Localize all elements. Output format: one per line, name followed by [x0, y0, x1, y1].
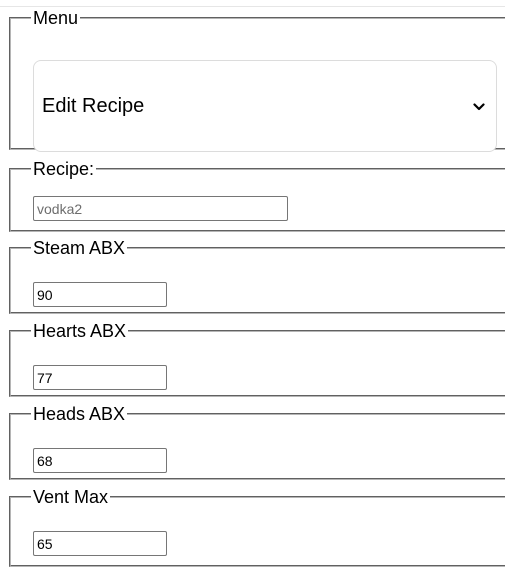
top-divider	[0, 6, 505, 7]
menu-select[interactable]: Edit Recipe	[33, 60, 497, 152]
vent-max-legend: Vent Max	[33, 487, 109, 507]
hearts-abx-fieldset: Hearts ABX	[9, 321, 505, 397]
menu-select-value: Edit Recipe	[42, 95, 145, 117]
heads-abx-fieldset: Heads ABX	[9, 404, 505, 480]
recipe-input[interactable]	[33, 196, 288, 221]
hearts-abx-legend: Hearts ABX	[33, 321, 127, 341]
hearts-abx-input[interactable]	[33, 365, 167, 390]
steam-abx-input[interactable]	[33, 282, 167, 307]
steam-abx-fieldset: Steam ABX	[9, 238, 505, 314]
vent-max-fieldset: Vent Max	[9, 487, 505, 567]
heads-abx-input[interactable]	[33, 448, 167, 473]
heads-abx-legend: Heads ABX	[33, 404, 126, 424]
recipe-legend: Recipe:	[33, 159, 95, 179]
menu-legend: Menu	[33, 8, 79, 28]
vent-max-input[interactable]	[33, 531, 167, 556]
steam-abx-legend: Steam ABX	[33, 238, 126, 258]
recipe-fieldset: Recipe:	[9, 159, 505, 232]
menu-fieldset: Menu Edit Recipe	[9, 8, 505, 152]
chevron-down-icon	[473, 103, 485, 111]
